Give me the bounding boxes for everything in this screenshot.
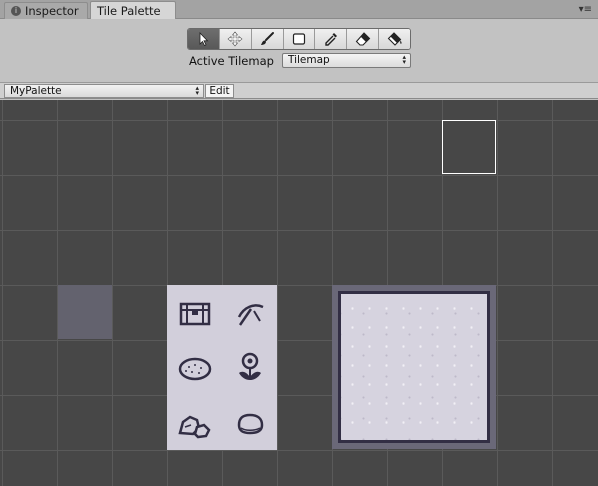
tool-group bbox=[187, 28, 411, 50]
rocks-icon bbox=[177, 415, 211, 438]
grid-line bbox=[0, 395, 598, 396]
palette-dropdown-value: MyPalette bbox=[10, 85, 62, 97]
pickaxe-icon bbox=[237, 303, 264, 326]
active-tilemap-value: Tilemap bbox=[288, 54, 330, 66]
active-tilemap-label: Active Tilemap bbox=[189, 54, 274, 68]
paint-bucket-icon bbox=[387, 32, 402, 46]
palette-grid-canvas[interactable] bbox=[0, 100, 598, 486]
flood-fill-tool-button[interactable] bbox=[379, 29, 410, 49]
tab-tile-palette-label: Tile Palette bbox=[97, 4, 161, 18]
grid-line bbox=[0, 450, 598, 451]
flower-tile[interactable] bbox=[222, 340, 277, 395]
edit-button[interactable]: Edit bbox=[205, 84, 234, 98]
floor-tile-frame bbox=[332, 285, 496, 449]
stone-icon bbox=[237, 413, 263, 434]
grid-line bbox=[0, 175, 598, 176]
select-arrow-icon bbox=[200, 32, 209, 47]
dropdown-arrows-icon: ▴ ▾ bbox=[402, 53, 406, 66]
grid-line bbox=[0, 120, 598, 121]
palette-bar: MyPalette ▴ ▾ Edit bbox=[0, 82, 598, 99]
select-tool-button[interactable] bbox=[188, 29, 220, 49]
move-tool-button[interactable] bbox=[219, 29, 252, 49]
chest-icon bbox=[179, 302, 210, 325]
box-fill-icon bbox=[292, 33, 306, 45]
dropdown-arrows-icon: ▴ ▾ bbox=[195, 84, 199, 97]
grid-line bbox=[2, 100, 3, 486]
grid-line bbox=[0, 230, 598, 231]
grid-line bbox=[0, 340, 598, 341]
info-icon: i bbox=[11, 6, 21, 16]
hover-cell-outline bbox=[442, 120, 496, 174]
active-tilemap-dropdown[interactable]: Tilemap ▴ ▾ bbox=[282, 53, 411, 68]
bread-icon bbox=[178, 357, 211, 380]
flower-icon bbox=[238, 352, 261, 380]
toolbar-area: Active Tilemap Tilemap ▴ ▾ bbox=[0, 19, 598, 81]
grid-line bbox=[277, 100, 278, 486]
brush-icon bbox=[261, 32, 275, 45]
grid-line bbox=[552, 100, 553, 486]
tab-tile-palette[interactable]: Tile Palette bbox=[90, 1, 176, 20]
chest-tile[interactable] bbox=[167, 285, 222, 340]
rocks-tile[interactable] bbox=[167, 395, 222, 450]
floor-tile[interactable] bbox=[338, 291, 490, 443]
pickaxe-tile[interactable] bbox=[222, 285, 277, 340]
erase-tool-button[interactable] bbox=[347, 29, 380, 49]
picker-tool-button[interactable] bbox=[315, 29, 348, 49]
move-icon bbox=[227, 31, 243, 47]
stone-tile[interactable] bbox=[222, 395, 277, 450]
tab-menu-icon[interactable]: ▾≡ bbox=[579, 4, 592, 15]
bread-tile[interactable] bbox=[167, 340, 222, 395]
grid-line bbox=[112, 100, 113, 486]
box-fill-tool-button[interactable] bbox=[283, 29, 316, 49]
grid-line bbox=[497, 100, 498, 486]
tab-bar: i Inspector Tile Palette ▾≡ bbox=[0, 0, 598, 20]
tab-inspector-label: Inspector bbox=[25, 4, 79, 18]
empty-tile-cell[interactable] bbox=[58, 285, 112, 339]
eraser-icon bbox=[355, 32, 370, 46]
palette-dropdown[interactable]: MyPalette ▴ ▾ bbox=[4, 84, 204, 98]
paint-tool-button[interactable] bbox=[251, 29, 284, 49]
tab-inspector[interactable]: i Inspector bbox=[4, 2, 88, 19]
item-tiles-block bbox=[167, 285, 277, 450]
eyedropper-icon bbox=[325, 33, 337, 46]
